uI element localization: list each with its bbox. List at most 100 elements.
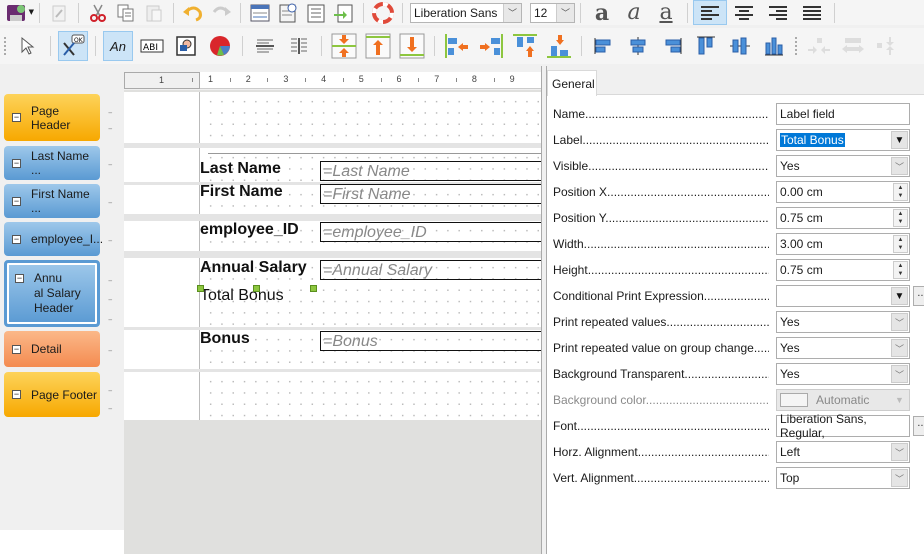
- align-text-right-button[interactable]: [761, 0, 795, 25]
- property-input[interactable]: Yes ﹀: [776, 363, 910, 385]
- chevron-down-icon[interactable]: ﹀: [891, 443, 908, 461]
- paste-button[interactable]: [140, 0, 168, 25]
- spin-button[interactable]: ▲ ▼: [893, 235, 908, 253]
- edit-file-button[interactable]: [45, 0, 73, 25]
- copy-button[interactable]: [112, 0, 140, 25]
- spin-down-icon[interactable]: ▼: [898, 270, 904, 278]
- spin-up-icon[interactable]: ▲: [898, 262, 904, 270]
- chart-button[interactable]: [205, 31, 235, 61]
- chevron-down-icon[interactable]: ﹀: [556, 3, 574, 22]
- spin-down-icon[interactable]: ▼: [898, 244, 904, 252]
- cut-button[interactable]: [84, 0, 112, 25]
- select-button[interactable]: [13, 31, 43, 61]
- property-input[interactable]: Yes ﹀: [776, 311, 910, 333]
- collapse-icon[interactable]: −: [12, 344, 21, 354]
- band-page-footer[interactable]: [124, 372, 541, 420]
- section-annual-salary-header[interactable]: − Annu al Salary Header: [4, 260, 100, 327]
- align-right-button[interactable]: [657, 31, 687, 61]
- property-input[interactable]: 0.75 cm ▲ ▼: [776, 207, 910, 229]
- section-page-footer[interactable]: − Page Footer: [4, 372, 100, 417]
- help-button[interactable]: [369, 0, 397, 25]
- label-employee-id[interactable]: employee_ID: [200, 221, 299, 239]
- section-detail[interactable]: − Detail: [4, 331, 100, 367]
- font-size-combo[interactable]: 12 ﹀: [530, 2, 575, 23]
- spin-button[interactable]: ▲ ▼: [893, 261, 908, 279]
- field-employee-id[interactable]: =employee_ID: [320, 222, 541, 242]
- italic-button[interactable]: a: [618, 1, 650, 24]
- section-first-name-header[interactable]: − First Name ...: [4, 184, 100, 218]
- spin-down-icon[interactable]: ▼: [898, 218, 904, 226]
- label-field-button[interactable]: An: [103, 31, 133, 61]
- save-button[interactable]: ▼: [0, 0, 34, 25]
- label-bonus[interactable]: Bonus: [200, 330, 250, 348]
- dropdown-arrow-icon[interactable]: ▼: [891, 131, 908, 149]
- toolbar-grip[interactable]: [4, 37, 7, 55]
- collapse-icon[interactable]: −: [12, 234, 21, 244]
- ellipsis-button[interactable]: ...: [913, 416, 924, 436]
- tab-general[interactable]: General: [547, 70, 597, 96]
- vertical-line-button[interactable]: [284, 31, 314, 61]
- chevron-down-icon[interactable]: ﹀: [891, 157, 908, 175]
- property-input[interactable]: Yes ﹀: [776, 337, 910, 359]
- label-last-name[interactable]: Last Name: [200, 160, 281, 178]
- align-middle-button[interactable]: [725, 31, 755, 61]
- align-objects-right-button[interactable]: [476, 31, 506, 61]
- image-control-button[interactable]: [171, 31, 201, 61]
- spin-down-icon[interactable]: ▼: [898, 192, 904, 200]
- text-box-button[interactable]: ABI: [137, 31, 167, 61]
- shrink-button[interactable]: [329, 31, 359, 61]
- horizontal-line-button[interactable]: [250, 31, 280, 61]
- save-dropdown-icon[interactable]: ▼: [29, 8, 34, 16]
- property-input[interactable]: 3.00 cm ▲ ▼: [776, 233, 910, 255]
- property-input[interactable]: Liberation Sans, Regular,: [776, 412, 910, 440]
- collapse-icon[interactable]: −: [12, 390, 21, 399]
- equal-spacing-button[interactable]: [838, 31, 868, 61]
- redo-button[interactable]: [207, 0, 235, 25]
- underline-button[interactable]: a: [650, 1, 682, 24]
- chevron-down-icon[interactable]: ﹀: [891, 313, 908, 331]
- chevron-down-icon[interactable]: ﹀: [503, 3, 521, 22]
- ellipsis-button[interactable]: ...: [913, 286, 924, 306]
- property-input[interactable]: Top ﹀: [776, 467, 910, 489]
- collapse-icon[interactable]: −: [12, 113, 21, 122]
- undo-button[interactable]: [179, 0, 207, 25]
- align-objects-left-button[interactable]: [442, 31, 472, 61]
- property-input[interactable]: Yes ﹀: [776, 155, 910, 177]
- field-last-name[interactable]: =Last Name: [320, 161, 541, 181]
- equal-width-button[interactable]: [804, 31, 834, 61]
- report-header-footer-button[interactable]: [330, 0, 358, 25]
- chevron-down-icon[interactable]: ﹀: [891, 469, 908, 487]
- spin-up-icon[interactable]: ▲: [898, 184, 904, 192]
- align-objects-top-button[interactable]: [510, 31, 540, 61]
- dropdown-arrow-icon[interactable]: ▼: [891, 287, 908, 305]
- align-bottom-button[interactable]: [759, 31, 789, 61]
- page-header-footer-button[interactable]: [302, 0, 330, 25]
- field-bonus[interactable]: =Bonus: [320, 331, 541, 351]
- page-properties-button[interactable]: [274, 0, 302, 25]
- bold-button[interactable]: a: [586, 2, 618, 24]
- spin-up-icon[interactable]: ▲: [898, 236, 904, 244]
- shrink-bottom-button[interactable]: [397, 31, 427, 61]
- property-input[interactable]: ▼: [776, 285, 910, 307]
- align-top-button[interactable]: [691, 31, 721, 61]
- section-page-header[interactable]: − Page Header: [4, 94, 100, 141]
- property-input[interactable]: Total Bonus ▼: [776, 129, 910, 151]
- property-input[interactable]: Left ﹀: [776, 441, 910, 463]
- font-name-combo[interactable]: Liberation Sans ﹀: [410, 2, 522, 23]
- chevron-down-icon[interactable]: ﹀: [891, 339, 908, 357]
- spin-button[interactable]: ▲ ▼: [893, 209, 908, 227]
- property-input[interactable]: Label field: [776, 103, 910, 125]
- justify-text-button[interactable]: [795, 0, 829, 25]
- toolbar-grip[interactable]: [795, 37, 798, 55]
- form-controls-button[interactable]: OK: [58, 31, 88, 61]
- label-total-bonus[interactable]: Total Bonus: [200, 287, 284, 305]
- equal-height-button[interactable]: [872, 31, 902, 61]
- align-objects-bottom-button[interactable]: [544, 31, 574, 61]
- selection-handle[interactable]: [310, 285, 317, 292]
- align-text-center-button[interactable]: [727, 0, 761, 25]
- property-input[interactable]: 0.75 cm ▲ ▼: [776, 259, 910, 281]
- label-first-name[interactable]: First Name: [200, 183, 283, 201]
- selection-handle[interactable]: [197, 285, 204, 292]
- band-page-header[interactable]: [124, 92, 541, 143]
- selection-handle[interactable]: [253, 285, 260, 292]
